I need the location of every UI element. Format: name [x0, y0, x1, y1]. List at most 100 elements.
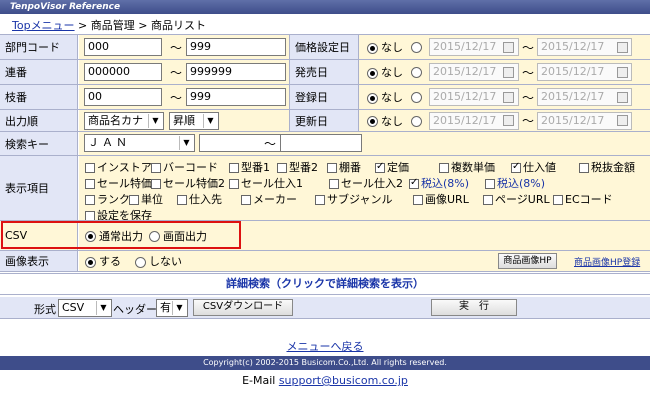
checkbox-checked-icon	[511, 161, 521, 173]
register-date-none-radio[interactable]: なし	[367, 89, 403, 105]
calendar-icon[interactable]	[503, 115, 514, 126]
update-date-none-label: なし	[381, 114, 403, 128]
display-item-checkbox[interactable]: 複数単価	[439, 159, 495, 175]
display-item-label: 税抜金額	[591, 161, 635, 174]
sort-field-value: 商品名カナ	[88, 114, 143, 127]
calendar-icon[interactable]	[503, 41, 514, 53]
sort-cell: 商品名カナ ▼ 昇順 ▼	[79, 110, 289, 131]
tilde: ～	[522, 114, 535, 128]
search-key-cell: ＪＡＮ ▼ ～	[79, 132, 650, 155]
display-item-checkbox[interactable]: 棚番	[327, 159, 361, 175]
breadcrumb-top-link[interactable]: Topメニュー	[12, 19, 75, 32]
calendar-icon[interactable]	[503, 91, 514, 103]
display-item-checkbox[interactable]: 単位	[129, 191, 163, 207]
chevron-down-icon: ▼	[179, 136, 193, 150]
display-item-label: 税込(8%)	[421, 177, 470, 190]
price-date-range-radio[interactable]	[411, 41, 425, 54]
email-label: E-Mail	[242, 374, 276, 387]
email-link[interactable]: support@busicom.co.jp	[279, 374, 408, 387]
update-date-label: 更新日	[289, 110, 359, 131]
calendar-icon[interactable]	[617, 66, 628, 78]
calendar-icon[interactable]	[503, 66, 514, 78]
radio-selected-icon	[367, 116, 378, 127]
display-item-label: 仕入先	[189, 193, 222, 206]
display-item-checkbox[interactable]: 画像URL	[413, 191, 469, 207]
breadcrumb-separator: >	[134, 19, 151, 32]
display-item-label: ランク	[97, 193, 130, 206]
display-item-checkbox[interactable]: セール特価2	[151, 175, 225, 191]
price-date-none-label: なし	[381, 41, 403, 54]
row-search-key: 検索キー ＪＡＮ ▼ ～	[0, 131, 650, 155]
display-item-label: セール仕入2	[341, 177, 403, 190]
register-date-range-radio[interactable]	[411, 91, 425, 104]
price-date-none-radio[interactable]: なし	[367, 39, 403, 55]
display-item-checkbox[interactable]: ECコード	[553, 191, 613, 207]
image-display-yes-radio[interactable]: する	[85, 253, 121, 269]
product-image-hp-button[interactable]: 商品画像HP	[498, 253, 557, 269]
serial-from-input[interactable]: 000000	[84, 63, 162, 81]
display-item-checkbox[interactable]: サブジャンル	[315, 191, 392, 207]
export-bar: 形式 CSV ▼ ヘッダー 有 ▼ CSVダウンロード 実 行	[0, 297, 650, 319]
update-date-range-radio[interactable]	[411, 114, 425, 127]
display-item-checkbox[interactable]: インストア	[85, 159, 152, 175]
calendar-icon[interactable]	[617, 115, 628, 126]
checkbox-icon	[329, 179, 339, 189]
display-item-checkbox[interactable]: 税込(8%)	[409, 175, 469, 191]
image-display-no-radio[interactable]: しない	[135, 253, 182, 269]
format-select[interactable]: CSV ▼	[58, 299, 112, 317]
search-key-field-select[interactable]: ＪＡＮ ▼	[84, 134, 195, 152]
serial-cell: 000000 ～ 999999	[79, 60, 289, 84]
row-dept-code: 部門コード 000 ～ 999 価格設定日 なし 2015/12/17 ～ 20…	[0, 34, 650, 59]
display-item-label: セール特価2	[163, 177, 225, 190]
sort-order-select[interactable]: 昇順 ▼	[169, 112, 219, 130]
app-title: TenpoVisor Reference	[10, 2, 121, 12]
display-item-checkbox[interactable]: ランク	[85, 191, 130, 207]
display-item-label: 税込(8%)	[497, 177, 546, 190]
csv-download-button[interactable]: CSVダウンロード	[193, 299, 293, 316]
display-item-checkbox[interactable]: セール仕入2	[329, 175, 403, 191]
branch-to-input[interactable]: 999	[186, 88, 286, 106]
dept-code-to-input[interactable]: 999	[186, 38, 286, 56]
radio-icon	[135, 256, 146, 268]
tilde: ～	[170, 90, 183, 105]
serial-label: 連番	[0, 60, 78, 84]
menu-back-link[interactable]: メニューへ戻る	[287, 340, 364, 353]
display-item-checkbox[interactable]: 仕入値	[511, 159, 556, 175]
display-item-checkbox[interactable]: 型番1	[229, 159, 270, 175]
release-date-none-radio[interactable]: なし	[367, 64, 403, 80]
copyright: Copyright(c) 2002-2015 Busicom.Co.,Ltd. …	[0, 356, 650, 370]
update-date-none-radio[interactable]: なし	[367, 113, 403, 129]
app-title-bar: TenpoVisor Reference	[0, 0, 650, 14]
image-display-no-label: しない	[149, 255, 182, 268]
search-key-value2-input[interactable]	[280, 134, 362, 152]
display-item-checkbox[interactable]: バーコード	[151, 159, 218, 175]
calendar-icon[interactable]	[617, 91, 628, 103]
branch-from-input[interactable]: 00	[84, 88, 162, 106]
register-date-cell: なし 2015/12/17 ～ 2015/12/17	[359, 85, 650, 109]
product-image-hp-register-link[interactable]: 商品画像HP登録	[574, 255, 640, 268]
display-item-label: 定価	[387, 161, 409, 174]
sort-label: 出力順	[0, 110, 78, 131]
display-item-label: ECコード	[565, 193, 613, 206]
display-item-checkbox[interactable]: 仕入先	[177, 191, 222, 207]
display-item-checkbox[interactable]: 税抜金額	[579, 159, 635, 175]
display-item-checkbox[interactable]: 定価	[375, 159, 409, 175]
radio-selected-icon	[367, 67, 378, 79]
calendar-icon[interactable]	[617, 41, 628, 53]
tilde: ～	[522, 40, 535, 55]
sort-field-select[interactable]: 商品名カナ ▼	[84, 112, 164, 130]
header-select[interactable]: 有 ▼	[156, 299, 188, 317]
display-item-checkbox[interactable]: ページURL	[483, 191, 550, 207]
display-item-checkbox[interactable]: 型番2	[277, 159, 318, 175]
detail-search-toggle[interactable]: 詳細検索（クリックで詳細検索を表示）	[0, 273, 650, 295]
dept-code-from-input[interactable]: 000	[84, 38, 162, 56]
display-item-checkbox[interactable]: セール仕入1	[229, 175, 303, 191]
execute-button[interactable]: 実 行	[431, 299, 517, 316]
display-item-checkbox[interactable]: セール特価1	[85, 175, 159, 191]
display-item-checkbox[interactable]: 税込(8%)	[485, 175, 545, 191]
display-item-checkbox[interactable]: メーカー	[241, 191, 297, 207]
serial-to-input[interactable]: 999999	[186, 63, 286, 81]
release-date-range-radio[interactable]	[411, 66, 425, 79]
display-item-label: 仕入値	[523, 161, 556, 174]
tilde: ～	[264, 137, 277, 151]
